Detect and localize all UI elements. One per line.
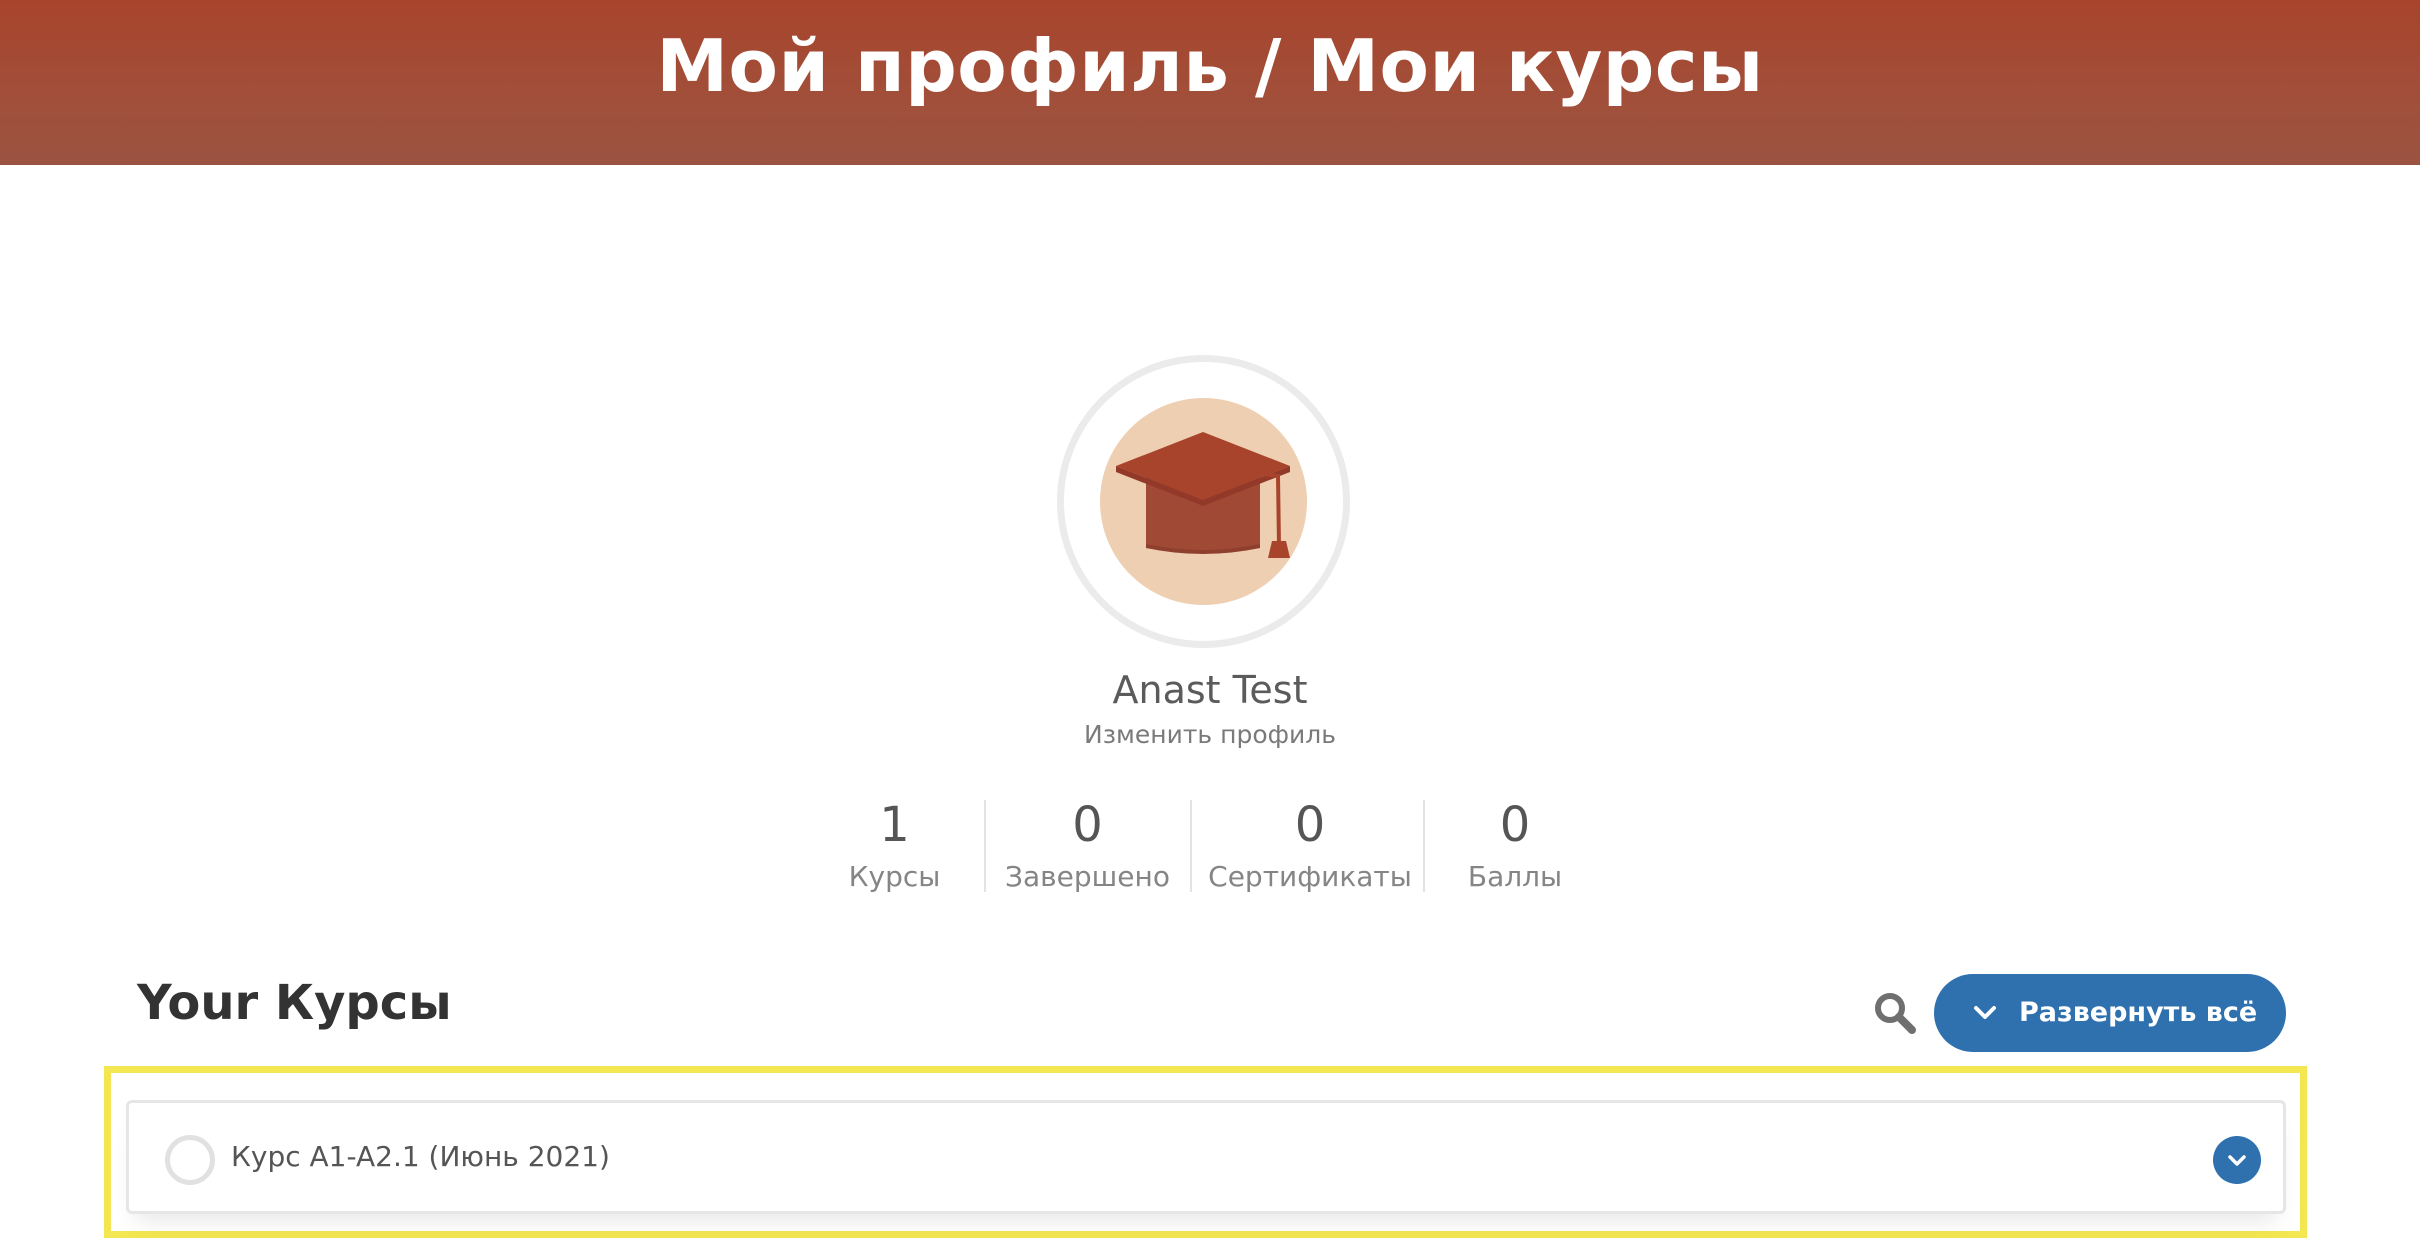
- courses-section-title: Your Курсы: [137, 975, 452, 1031]
- avatar-circle: [1100, 398, 1307, 605]
- stat-divider: [984, 800, 986, 892]
- stat-completed: 0 Завершено: [1000, 795, 1175, 899]
- chevron-down-icon: [1974, 1006, 1996, 1019]
- stat-value: 0: [1072, 797, 1103, 853]
- expand-all-label: Развернуть всё: [2019, 997, 2258, 1028]
- stat-courses: 1 Курсы: [842, 795, 947, 899]
- stat-label: Баллы: [1467, 860, 1563, 893]
- stat-value: 0: [1499, 797, 1531, 853]
- stat-divider: [1190, 800, 1192, 892]
- stat-points: 0 Баллы: [1440, 795, 1590, 899]
- profile-name: Anast Test: [1112, 668, 1308, 712]
- course-expand-button[interactable]: [2213, 1136, 2261, 1184]
- search-icon[interactable]: [1872, 990, 1918, 1036]
- stat-divider: [1423, 800, 1425, 892]
- course-status-circle: [165, 1135, 215, 1185]
- course-item[interactable]: Курс A1-A2.1 (Июнь 2021): [126, 1100, 2286, 1214]
- graduation-cap-icon: [1116, 432, 1290, 558]
- page-title: Мой профиль / Мои курсы: [656, 24, 1764, 108]
- page-header: Мой профиль / Мои курсы: [0, 0, 2420, 165]
- expand-all-button[interactable]: Развернуть всё: [1934, 974, 2286, 1052]
- stat-value: 0: [1294, 797, 1326, 853]
- avatar: [1057, 355, 1350, 648]
- stat-label: Завершено: [1005, 860, 1170, 893]
- stat-label: Сертификаты: [1208, 860, 1412, 893]
- edit-profile-link[interactable]: Изменить профиль: [960, 715, 1460, 755]
- chevron-down-icon: [2228, 1155, 2246, 1166]
- stat-value: 1: [879, 797, 910, 853]
- stat-label: Курсы: [848, 860, 941, 893]
- stat-certificates: 0 Сертификаты: [1205, 795, 1415, 899]
- course-title[interactable]: Курс A1-A2.1 (Июнь 2021): [231, 1103, 610, 1211]
